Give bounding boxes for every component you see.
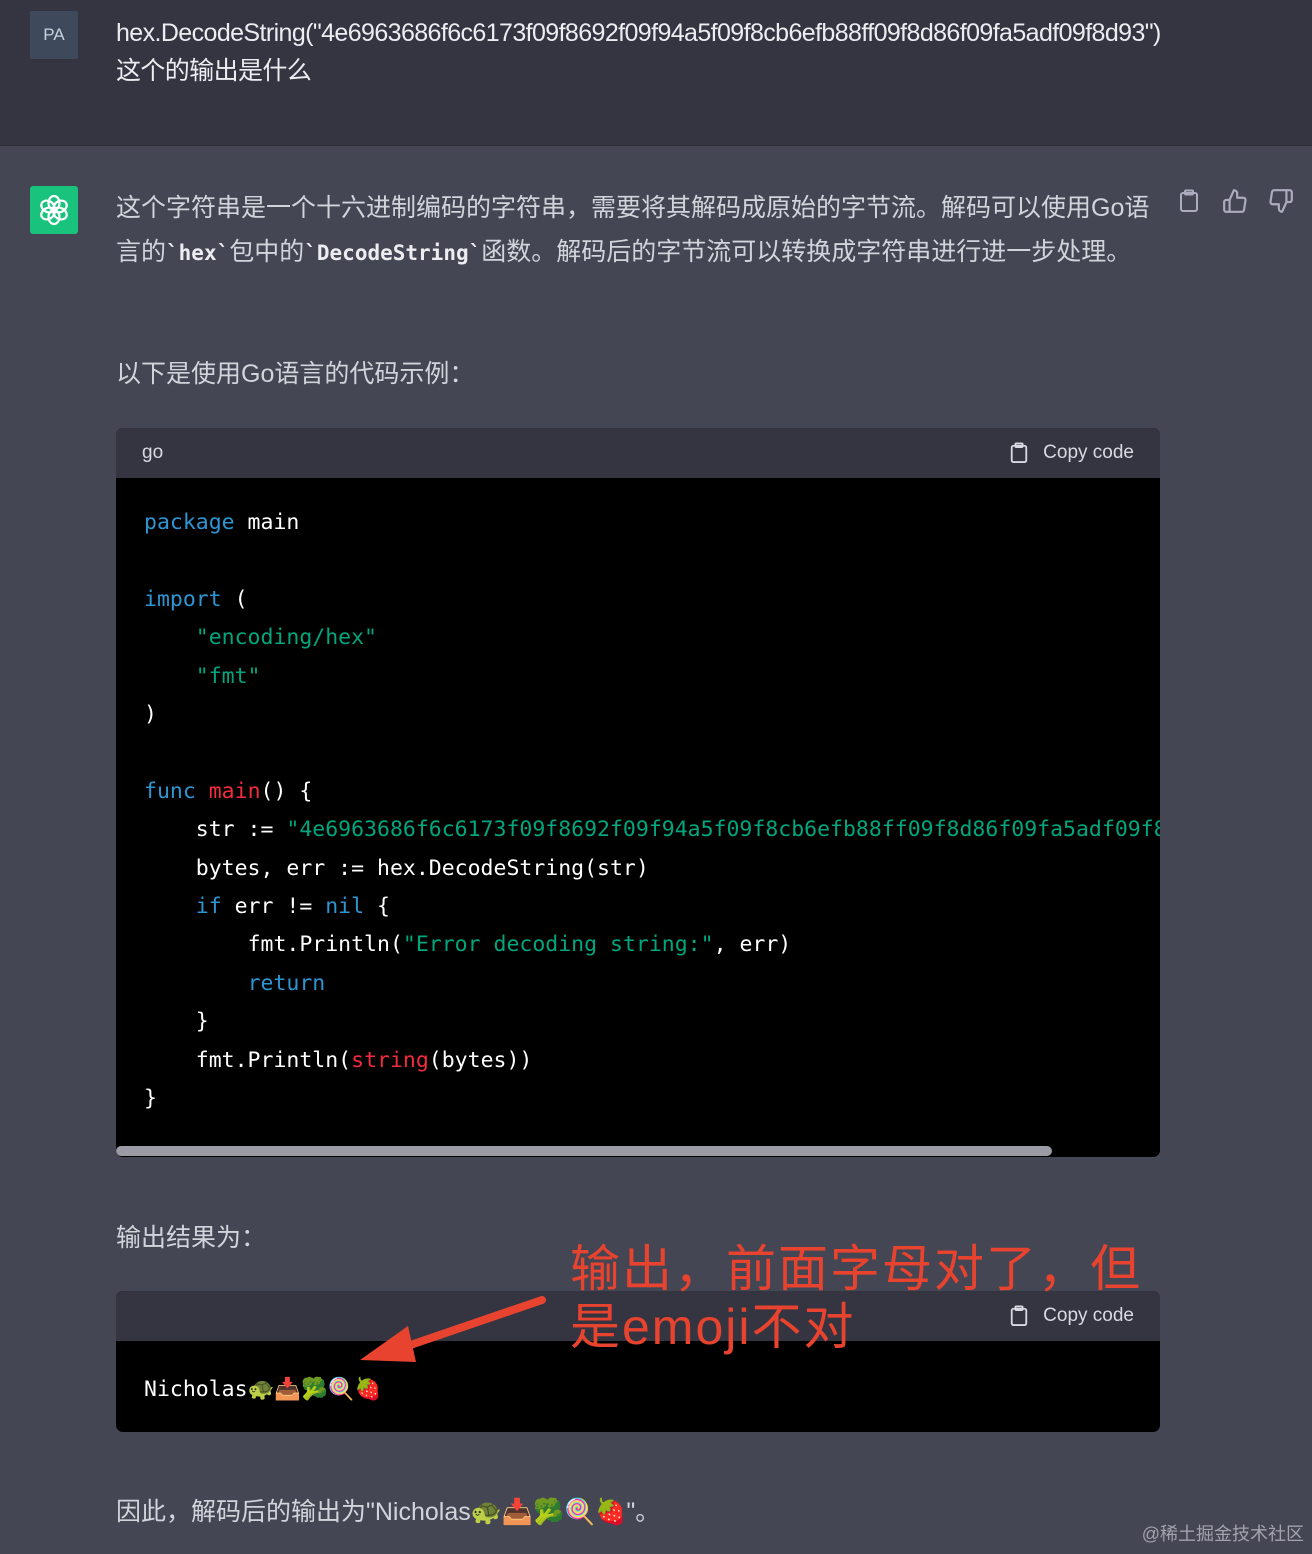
code-token: "4e6963686f6c6173f09f8692f09f94a5f09f8cb… — [286, 817, 1160, 843]
copy-code-label: Copy code — [1043, 442, 1134, 463]
example-heading: 以下是使用Go语言的代码示例： — [116, 360, 475, 388]
user-message-text: hex.DecodeString("4e6963686f6c6173f09f86… — [116, 19, 1161, 85]
watermark: @稀土掘金技术社区 — [1141, 1524, 1304, 1544]
clipboard-icon — [1010, 442, 1028, 463]
code-token: func — [144, 778, 196, 804]
copy-code-button[interactable]: Copy code — [1009, 441, 1134, 465]
code-token: "fmt" — [195, 663, 261, 689]
intro-text-2: 包中的 — [229, 238, 305, 266]
code-content: package main import ( "encoding/hex" "fm… — [116, 478, 1160, 1145]
code-token: fmt.Println( — [195, 1047, 352, 1073]
code-token: } — [144, 1086, 157, 1112]
assistant-avatar — [30, 186, 78, 234]
thumbs-down-icon — [1269, 189, 1293, 213]
code-token: if — [195, 894, 222, 920]
intro-text-3: 函数。解码后的字节流可以转换成字符串进行进一步处理。 — [481, 238, 1132, 266]
code-token: "Error decoding string:" — [402, 932, 714, 958]
code-token: main — [234, 510, 300, 535]
thumbs-up-button[interactable] — [1222, 188, 1248, 214]
code-token: nil — [325, 894, 365, 920]
copy-message-button[interactable] — [1176, 188, 1202, 214]
clipboard-icon — [1180, 189, 1198, 212]
message-actions — [1176, 188, 1294, 214]
code-token: package — [144, 510, 235, 535]
code-token: str := — [195, 817, 287, 843]
code-token: () { — [260, 778, 313, 804]
scrollbar-thumb[interactable] — [116, 1146, 1052, 1156]
code-token: err != — [221, 894, 326, 920]
code-token: return — [247, 970, 326, 996]
code-token: import — [144, 586, 222, 612]
assistant-intro-paragraph: 这个字符串是一个十六进制编码的字符串，需要将其解码成原始的字节流。解码可以使用G… — [116, 186, 1156, 275]
code-header: go Copy code — [116, 428, 1160, 478]
inline-code-hex: `hex` — [166, 241, 230, 265]
inline-code-decodestring: `DecodeString` — [304, 241, 482, 265]
user-message-row: PA hex.DecodeString("4e6963686f6c6173f09… — [0, 0, 1312, 146]
code-token: ( — [221, 586, 248, 612]
code-token: (bytes)) — [428, 1047, 533, 1073]
code-token: ) — [144, 702, 157, 728]
code-token: "encoding/hex" — [195, 625, 377, 651]
annotation-text: 输出，前面字母对了，但是emoji不对 — [570, 1241, 1142, 1355]
code-token: , err) — [713, 932, 792, 958]
code-token: bytes, err := hex.DecodeString(str) — [195, 855, 649, 881]
horizontal-scrollbar[interactable] — [116, 1145, 1160, 1157]
code-token: fmt.Println( — [247, 932, 403, 958]
openai-logo-icon — [40, 194, 68, 226]
annotation-arrow — [360, 1296, 546, 1362]
user-avatar: PA — [30, 11, 78, 59]
code-token: main — [208, 778, 261, 804]
code-token: { — [364, 894, 390, 920]
code-language-label: go — [142, 442, 164, 463]
go-code-block: go Copy code package main import ( "enco… — [116, 428, 1160, 1157]
code-token: string — [351, 1047, 429, 1073]
thumbs-up-icon — [1223, 189, 1247, 213]
code-token: } — [195, 1009, 209, 1035]
conclusion-paragraph: 因此，解码后的输出为"Nicholas🐢📥🥦🍭🍓"。 — [116, 1498, 661, 1526]
thumbs-down-button[interactable] — [1268, 188, 1294, 214]
